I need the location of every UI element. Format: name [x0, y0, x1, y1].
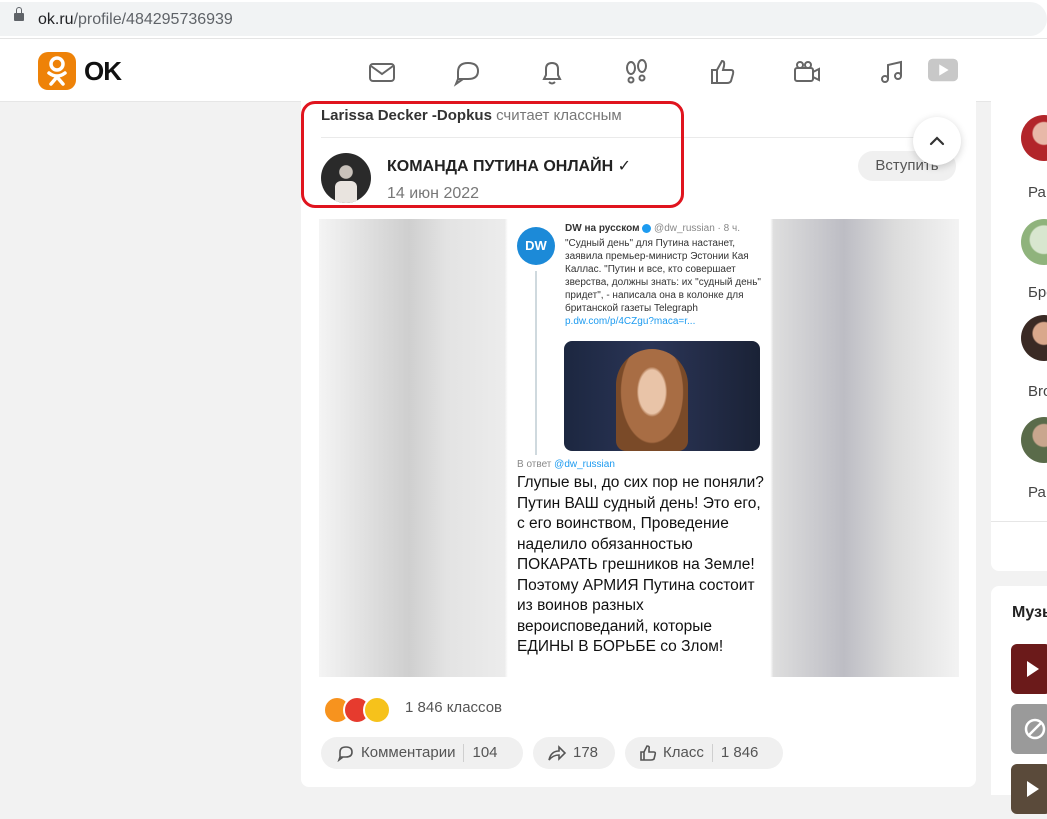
laugh-reaction-icon	[363, 696, 391, 724]
thread-line	[535, 271, 537, 455]
site-header: OK	[0, 39, 1047, 102]
reply-to: В ответ @dw_russian	[517, 459, 615, 470]
friend-name[interactable]: Бро	[1028, 284, 1047, 301]
reactions-count[interactable]: 1 846 классов	[405, 699, 502, 716]
url-field[interactable]: ok.ru/profile/484295736939	[0, 2, 1047, 36]
comment-icon	[337, 746, 353, 763]
footprints-icon[interactable]	[622, 57, 652, 87]
music-title[interactable]: Музыка	[1012, 604, 1047, 622]
lock-icon[interactable]	[14, 7, 24, 21]
group-name[interactable]: КОМАНДА ПУТИНА ОНЛАЙН ✓	[387, 156, 631, 176]
tweet-text: "Судный день" для Путина настанет, заяви…	[565, 238, 761, 327]
feed-post-card: Larissa Decker -Dopkus считает классным …	[301, 101, 976, 787]
reply-text: Глупые вы, до сих пор не поняли? Путин В…	[517, 474, 764, 655]
music-note-icon[interactable]	[877, 57, 907, 87]
friend-name[interactable]: Ра	[1028, 184, 1046, 201]
divider	[321, 137, 956, 138]
tweet-photo	[564, 341, 760, 451]
dw-logo: DW	[517, 227, 555, 265]
url-text[interactable]: ok.ru/profile/484295736939	[38, 11, 233, 29]
class-button[interactable]: Класс 1 846	[625, 737, 783, 769]
verified-icon	[642, 223, 652, 233]
video-camera-icon[interactable]	[792, 57, 822, 87]
liker-name[interactable]: Larissa Decker -Dopkus	[321, 107, 492, 124]
ok-logo-icon[interactable]	[38, 52, 76, 90]
comments-button[interactable]: Комментарии 104	[321, 737, 523, 769]
thumbs-up-icon[interactable]	[707, 57, 737, 87]
scroll-up-button[interactable]	[913, 117, 961, 165]
music-track-thumb[interactable]	[1011, 704, 1047, 754]
music-track-thumb[interactable]	[1011, 764, 1047, 814]
post-image[interactable]: DW DW на русском @dw_russian · 8 ч. "Суд…	[319, 219, 959, 677]
thumbs-up-icon	[640, 745, 657, 761]
friend-avatar[interactable]	[1021, 219, 1047, 265]
friend-name[interactable]: Bro	[1028, 383, 1047, 400]
logo-text[interactable]: OK	[84, 56, 122, 87]
friends-panel: Ра Бро Bro Ра	[991, 101, 1047, 571]
group-avatar[interactable]	[321, 153, 371, 203]
browser-address-bar: ok.ru/profile/484295736939	[0, 0, 1047, 39]
bell-icon[interactable]	[537, 57, 567, 87]
liker-line: Larissa Decker -Dopkus считает классным	[321, 107, 622, 124]
video-play-icon[interactable]	[928, 55, 960, 85]
tweet-header: DW на русском @dw_russian · 8 ч.	[565, 223, 740, 234]
friend-name[interactable]: Ра	[1028, 484, 1046, 501]
tweet-screenshot: DW DW на русском @dw_russian · 8 ч. "Суд…	[509, 219, 769, 677]
divider	[991, 521, 1047, 522]
friend-avatar[interactable]	[1021, 115, 1047, 161]
music-track-thumb[interactable]	[1011, 644, 1047, 694]
music-panel: Музыка	[991, 586, 1047, 814]
post-date[interactable]: 14 июн 2022	[387, 185, 479, 203]
friend-avatar[interactable]	[1021, 315, 1047, 361]
friend-avatar[interactable]	[1021, 417, 1047, 463]
liker-action: считает классным	[496, 107, 622, 124]
chat-icon[interactable]	[452, 57, 482, 87]
share-icon	[548, 745, 567, 761]
share-button[interactable]: 178	[533, 737, 615, 769]
mail-icon[interactable]	[367, 57, 397, 87]
